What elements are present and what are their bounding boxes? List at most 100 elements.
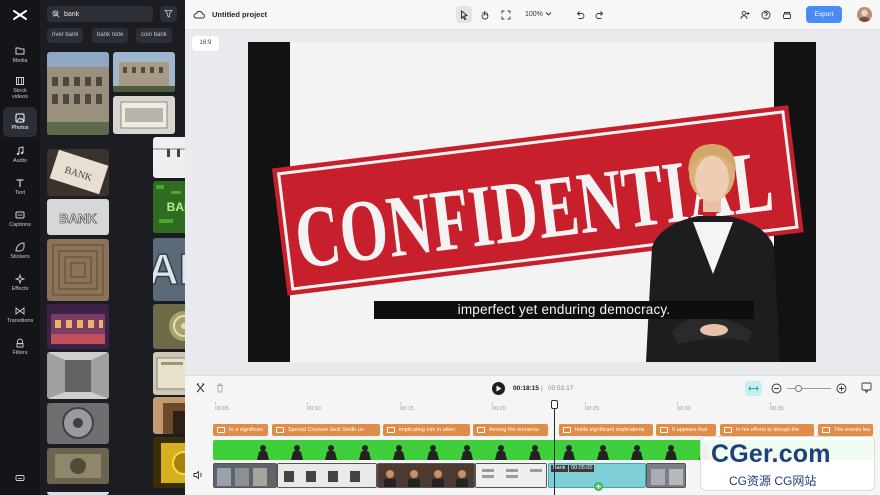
subtitle-clip[interactable]: implicating him in atten xyxy=(383,424,470,436)
video-clip[interactable] xyxy=(475,463,547,488)
stack-icon xyxy=(783,11,791,19)
subtitle-clip[interactable]: Among the numerou xyxy=(473,424,548,436)
comment-icon[interactable] xyxy=(861,382,872,394)
redo-button[interactable] xyxy=(592,6,608,23)
video-clip[interactable] xyxy=(646,463,686,488)
rail-item-transitions[interactable]: Transitions xyxy=(3,300,37,330)
add-clip-button[interactable] xyxy=(594,482,603,491)
caption-icon xyxy=(563,427,571,433)
fit-screen-button[interactable] xyxy=(498,6,514,23)
caption-overlay[interactable]: imperfect yet enduring democracy. xyxy=(374,301,754,319)
suggestion-chip[interactable]: river bank xyxy=(47,28,84,43)
app-logo-icon[interactable] xyxy=(12,8,28,22)
video-clip[interactable] xyxy=(213,463,277,488)
photo-thumbnail[interactable] xyxy=(47,487,109,495)
text-icon xyxy=(16,179,24,187)
rail-item-photos[interactable]: Photos xyxy=(3,107,37,137)
filter-button[interactable] xyxy=(160,6,177,22)
captions-icon xyxy=(15,211,25,219)
search-input[interactable] xyxy=(64,8,134,20)
subtitle-clip-text: implicating him in atten xyxy=(399,427,455,433)
hand-tool-button[interactable] xyxy=(477,6,493,23)
zoom-slider[interactable] xyxy=(787,388,831,389)
search-box[interactable] xyxy=(47,6,153,22)
subtitle-clip[interactable]: The events lea xyxy=(818,424,873,436)
subtitle-clip[interactable]: It appears that xyxy=(656,424,716,436)
ruler-tick-mark xyxy=(677,402,678,405)
zoom-out-icon[interactable] xyxy=(771,383,782,394)
clear-search-icon[interactable] xyxy=(52,10,60,18)
subtitle-clip-text: In a significan xyxy=(229,427,263,433)
video-clip[interactable] xyxy=(377,463,475,488)
delete-icon[interactable] xyxy=(216,383,224,393)
zoom-value: 100% xyxy=(525,11,543,18)
ruler-label: 00:35 xyxy=(770,406,784,412)
zoom-dropdown[interactable]: 100% xyxy=(525,10,552,18)
play-button[interactable] xyxy=(492,382,505,395)
shortcuts-button[interactable] xyxy=(779,6,795,23)
caption-icon xyxy=(660,427,668,433)
rail-item-label: Effects xyxy=(11,286,29,292)
rail-item-effects[interactable]: Effects xyxy=(3,268,37,298)
ruler-tick-mark xyxy=(770,402,771,405)
rail-item-stock-videos[interactable]: Stock videos xyxy=(3,72,37,104)
ruler-label: 00:20 xyxy=(492,406,506,412)
top-bar: Untitled project 100% Export xyxy=(185,0,880,30)
photo-thumbnail[interactable]: BANK xyxy=(47,149,109,196)
rail-item-label: Transitions xyxy=(6,318,34,324)
ruler-label: 00:30 xyxy=(677,406,691,412)
photo-thumbnail[interactable] xyxy=(47,403,109,444)
video-clip[interactable] xyxy=(277,463,377,488)
rail-item-media[interactable]: Media xyxy=(3,40,37,70)
caption-icon xyxy=(217,427,225,433)
undo-icon xyxy=(576,10,585,19)
rail-item-audio[interactable]: Audio xyxy=(3,140,37,170)
suggestion-chip[interactable]: bank note xyxy=(92,28,129,43)
ruler-label: 00:10 xyxy=(307,406,321,412)
rail-item-captions[interactable]: Captions xyxy=(3,204,37,234)
zoom-slider-handle[interactable] xyxy=(795,385,802,392)
subtitle-clip[interactable]: holds significant implications xyxy=(559,424,653,436)
svg-text:BANK: BANK xyxy=(59,211,97,226)
ruler-tick-mark xyxy=(400,402,401,405)
photo-thumbnail[interactable] xyxy=(47,239,109,301)
photo-thumbnail[interactable] xyxy=(113,52,175,92)
rail-item-stickers[interactable]: Stickers xyxy=(3,236,37,266)
export-button[interactable]: Export xyxy=(806,6,842,23)
photo-thumbnail[interactable] xyxy=(47,352,109,399)
keyboard-shortcuts-button[interactable] xyxy=(3,468,37,488)
subtitle-clip[interactable]: In his efforts to disrupt the xyxy=(720,424,814,436)
left-tool-rail: Media Stock videos Photos Audio Text Cap… xyxy=(0,0,40,495)
photo-thumbnail[interactable] xyxy=(47,448,109,484)
rail-item-text[interactable]: Text xyxy=(3,172,37,202)
playhead-handle[interactable] xyxy=(551,400,558,409)
subtitle-clip[interactable]: Special Counsel Jack Smith un xyxy=(272,424,380,436)
ruler-label: 00:25 xyxy=(585,406,599,412)
zoom-in-icon[interactable] xyxy=(836,383,847,394)
project-title[interactable]: Untitled project xyxy=(212,10,267,19)
photo-thumbnail[interactable] xyxy=(47,304,109,349)
photo-thumbnail[interactable] xyxy=(47,52,109,135)
aspect-ratio-button[interactable]: 16:9 xyxy=(192,36,219,51)
cloud-icon[interactable] xyxy=(193,9,205,20)
playhead[interactable] xyxy=(554,401,555,495)
help-button[interactable] xyxy=(758,6,774,23)
avatar[interactable] xyxy=(857,7,872,22)
rail-item-filters[interactable]: Filters xyxy=(3,332,37,362)
film-icon xyxy=(16,77,24,85)
select-tool-button[interactable] xyxy=(456,6,472,23)
caption-icon xyxy=(822,427,830,433)
video-preview[interactable]: CONFIDENTIAL imperfect yet enduring demo… xyxy=(248,42,816,362)
plus-icon xyxy=(596,484,601,489)
photo-thumbnail[interactable] xyxy=(113,96,175,134)
collaborate-button[interactable] xyxy=(737,6,753,23)
funnel-icon xyxy=(164,10,173,18)
photo-thumbnail[interactable]: BANK xyxy=(47,199,109,235)
caption-icon xyxy=(477,427,485,433)
link-toggle-button[interactable] xyxy=(745,381,762,396)
speaker-icon[interactable] xyxy=(193,470,204,480)
suggestion-chip[interactable]: coin bank xyxy=(136,28,172,43)
split-icon[interactable] xyxy=(196,383,205,393)
undo-button[interactable] xyxy=(572,6,588,23)
subtitle-clip[interactable]: In a significan xyxy=(213,424,268,436)
